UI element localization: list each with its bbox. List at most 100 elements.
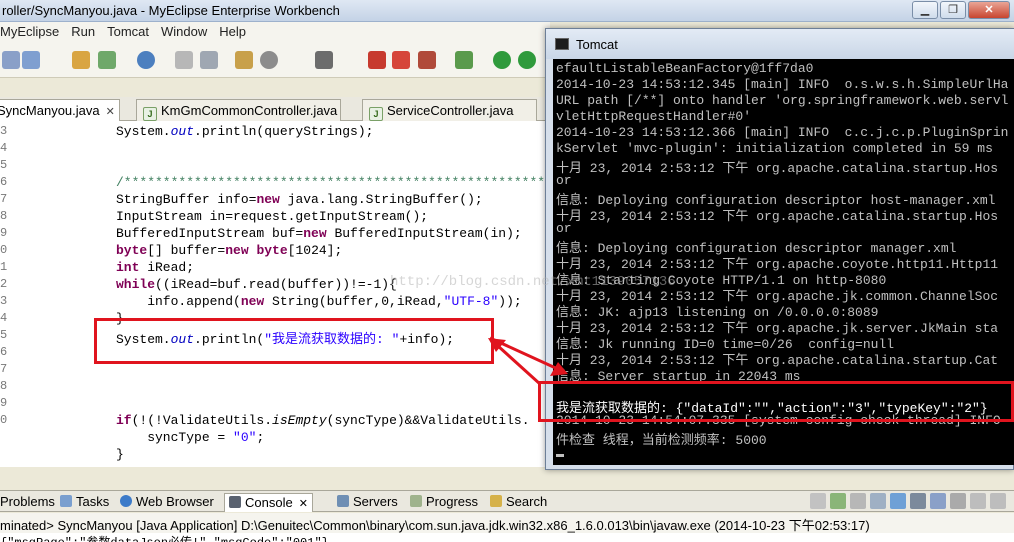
code-text: System.out.println(queryStrings); — [116, 124, 374, 139]
annotation-box-code — [94, 318, 494, 364]
line-number: 9 — [0, 226, 8, 240]
console-icon — [555, 38, 569, 50]
run-external-icon[interactable] — [518, 51, 536, 69]
title-bar: roller/SyncManyou.java - MyEclipse Enter… — [0, 0, 1014, 22]
line-number: 7 — [0, 362, 8, 376]
pin-console-icon[interactable] — [890, 493, 906, 509]
console-line: 十月 23, 2014 2:53:12 下午 org.apache.catali… — [556, 209, 999, 224]
code-text: while((iRead=buf.read(buffer))!=-1){ — [116, 277, 397, 292]
console-line: or — [556, 221, 572, 236]
close-icon[interactable]: ✕ — [299, 498, 308, 510]
globe-icon[interactable] — [137, 51, 155, 69]
tab-label: Search — [506, 494, 548, 509]
menu-tomcat[interactable]: Tomcat — [101, 22, 155, 42]
code-text: } — [116, 447, 124, 462]
code-text: byte[] buffer=new byte[1024]; — [116, 243, 343, 258]
tab-syncmanyou[interactable]: SyncManyou.java ✕ — [0, 99, 120, 121]
close-icon[interactable]: ✕ — [106, 106, 115, 118]
toolbar-new-server-icon[interactable] — [72, 51, 90, 69]
line-number: 4 — [0, 141, 8, 155]
menu-bar: MyEclipse Run Tomcat Window Help — [0, 22, 550, 42]
close-button[interactable]: ✕ — [968, 1, 1010, 19]
console-output[interactable]: {"msgPage":"参数dataJson必传!","msgCode":"00… — [0, 533, 1014, 542]
remove-launch-icon[interactable] — [830, 493, 846, 509]
tab-web-browser[interactable]: Web Browser — [116, 493, 218, 512]
servers-icon — [337, 495, 349, 507]
run-icon[interactable] — [493, 51, 511, 69]
console-line: 2014-10-23 14:53:12.366 [main] INFO c.c.… — [556, 125, 1009, 140]
code-text: int iRead; — [116, 260, 195, 275]
console-line: or — [556, 173, 572, 188]
tomcat-title-bar: Tomcat — [546, 29, 1014, 59]
menu-myeclipse[interactable]: MyEclipse — [0, 22, 65, 42]
code-comment: /***************************************… — [116, 175, 550, 190]
views-tab-bar: Problems Tasks Web Browser Console ✕ Serv… — [0, 490, 1014, 512]
tab-progress[interactable]: Progress — [406, 493, 482, 512]
code-text: InputStream in=request.getInputStream(); — [116, 209, 429, 224]
display-console-icon[interactable] — [910, 493, 926, 509]
tab-tasks[interactable]: Tasks — [56, 493, 113, 512]
tab-label: KmGmCommonController.java — [161, 103, 338, 118]
toolbar-new-project-icon[interactable] — [98, 51, 116, 69]
minimize-icon[interactable] — [970, 493, 986, 509]
maximize-icon[interactable] — [990, 493, 1006, 509]
tab-console[interactable]: Console ✕ — [224, 493, 313, 512]
toolbar-hierarchy-icon[interactable] — [235, 51, 253, 69]
menu-window[interactable]: Window — [155, 22, 213, 42]
menu-help[interactable]: Help — [213, 22, 252, 42]
toolbar-stop-icon[interactable] — [392, 51, 410, 69]
code-text: info.append(new String(buffer,0,iRead,"U… — [116, 294, 522, 309]
tasks-icon — [60, 495, 72, 507]
code-text: StringBuffer info=new java.lang.StringBu… — [116, 192, 483, 207]
bug-icon[interactable] — [455, 51, 473, 69]
console-icon — [229, 496, 241, 508]
tab-label: Problems — [0, 494, 55, 509]
toolbar-restart-icon[interactable] — [418, 51, 436, 69]
console-line: 信息: Jk running ID=0 time=0/26 config=nul… — [556, 337, 895, 352]
terminate-icon[interactable] — [810, 493, 826, 509]
view-menu-icon[interactable] — [950, 493, 966, 509]
console-line: URL path [/**] onto handler 'org.springf… — [556, 93, 1009, 108]
window-controls: ▁ ❐ ✕ — [912, 1, 1010, 19]
annotation-box-output — [538, 381, 1014, 422]
code-editor[interactable]: 3 System.out.println(queryStrings); 4 5 6… — [0, 121, 550, 467]
tab-label: Progress — [426, 494, 479, 509]
line-number: 2 — [0, 277, 8, 291]
console-cursor — [556, 454, 564, 457]
maximize-button[interactable]: ❐ — [940, 1, 966, 19]
minimize-button[interactable]: ▁ — [912, 1, 938, 19]
tab-servicecontroller[interactable]: J ServiceController.java — [362, 99, 537, 121]
console-line: efaultListableBeanFactory@1ff7da0 — [556, 61, 814, 76]
console-line: 十月 23, 2014 2:53:12 下午 org.apache.catali… — [556, 353, 999, 368]
console-line: vletHttpRequestHandler#0' — [556, 109, 752, 124]
toolbar-gear-icon[interactable] — [260, 51, 278, 69]
tab-search[interactable]: Search — [486, 493, 551, 512]
console-toolbar — [810, 493, 1006, 509]
line-number: 9 — [0, 396, 8, 410]
tab-label: Console — [245, 495, 293, 510]
watermark: http://blog.csdn.net/xmt1139057136 — [390, 274, 676, 290]
toolbar-print-icon[interactable] — [175, 51, 193, 69]
window-title: roller/SyncManyou.java - MyEclipse Enter… — [2, 3, 340, 18]
line-number: 5 — [0, 328, 8, 342]
tab-servers[interactable]: Servers — [333, 493, 402, 512]
toolbar-copy-icon[interactable] — [200, 51, 218, 69]
open-console-icon[interactable] — [930, 493, 946, 509]
console-line: 十月 23, 2014 2:53:12 下午 org.apache.coyote… — [556, 257, 999, 272]
scroll-lock-icon[interactable] — [870, 493, 886, 509]
line-number: 1 — [0, 260, 8, 274]
tab-kmgmcommoncontroller[interactable]: J KmGmCommonController.java — [136, 99, 341, 121]
toolbar-camera-icon[interactable] — [315, 51, 333, 69]
clear-console-icon[interactable] — [850, 493, 866, 509]
progress-icon — [410, 495, 422, 507]
java-file-icon: J — [369, 107, 383, 121]
code-text: if(!(!ValidateUtils.isEmpty(syncType)&&V… — [116, 413, 530, 428]
line-number: 8 — [0, 209, 8, 223]
console-line: 件检查 线程，当前检测频率: 5000 — [556, 433, 767, 448]
toolbar-deploy-icon[interactable] — [22, 51, 40, 69]
toolbar-arrow-icon[interactable] — [2, 51, 20, 69]
menu-run[interactable]: Run — [65, 22, 101, 42]
code-text: BufferedInputStream buf=new BufferedInpu… — [116, 226, 522, 241]
toolbar-debug-icon[interactable] — [368, 51, 386, 69]
tab-problems[interactable]: Problems — [0, 493, 59, 512]
